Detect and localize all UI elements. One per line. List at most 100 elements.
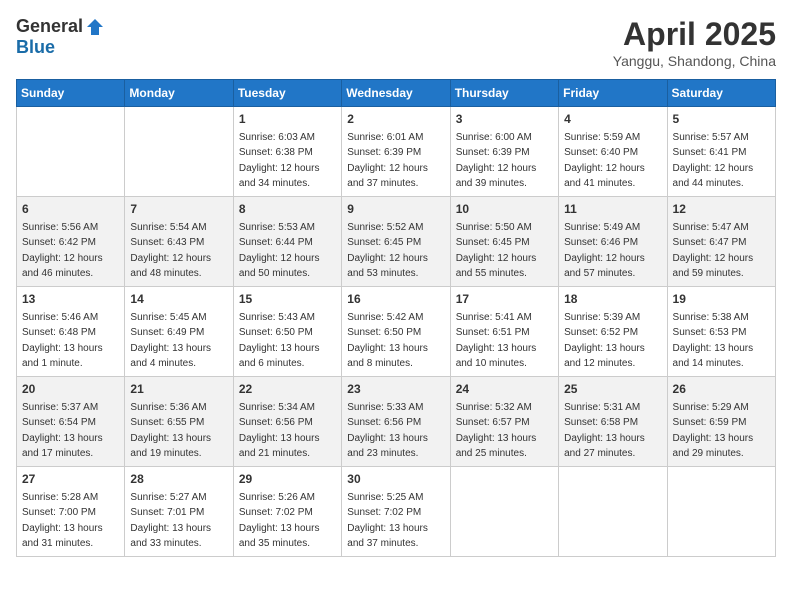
calendar-cell: 19Sunrise: 5:38 AM Sunset: 6:53 PM Dayli… xyxy=(667,287,775,377)
calendar-cell: 12Sunrise: 5:47 AM Sunset: 6:47 PM Dayli… xyxy=(667,197,775,287)
day-number: 30 xyxy=(347,471,444,488)
calendar-week-row: 6Sunrise: 5:56 AM Sunset: 6:42 PM Daylig… xyxy=(17,197,776,287)
day-number: 8 xyxy=(239,201,336,218)
calendar-cell: 26 Sunrise: 5:29 AM Sunset: 6:59 PM Dayli… xyxy=(667,377,775,467)
title-block: April 2025 Yanggu, Shandong, China xyxy=(613,16,776,69)
calendar-cell: 4 Sunrise: 5:59 AM Sunset: 6:40 PM Daylig… xyxy=(559,107,667,197)
day-number: 4 xyxy=(564,111,661,128)
day-number: 11 xyxy=(564,201,661,218)
day-info: Sunrise: 6:00 AM Sunset: 6:39 PM Dayligh… xyxy=(456,132,537,190)
day-number: 27 xyxy=(22,471,119,488)
day-info: Sunrise: 5:47 AM Sunset: 6:47 PM Dayligh… xyxy=(673,222,754,280)
calendar-cell xyxy=(125,107,233,197)
calendar-cell: 8 Sunrise: 5:53 AM Sunset: 6:44 PM Daylig… xyxy=(233,197,341,287)
calendar-cell xyxy=(17,107,125,197)
day-info: Sunrise: 5:59 AM Sunset: 6:40 PM Dayligh… xyxy=(564,132,645,190)
day-info: Sunrise: 5:56 AM Sunset: 6:42 PM Dayligh… xyxy=(22,222,103,280)
day-number: 15 xyxy=(239,291,336,308)
day-info: Sunrise: 5:32 AM Sunset: 6:57 PM Dayligh… xyxy=(456,402,537,460)
weekday-header-saturday: Saturday xyxy=(667,80,775,107)
weekday-header-monday: Monday xyxy=(125,80,233,107)
day-number: 24 xyxy=(456,381,553,398)
day-number: 5 xyxy=(673,111,770,128)
day-info: Sunrise: 5:49 AM Sunset: 6:46 PM Dayligh… xyxy=(564,222,645,280)
day-info: Sunrise: 5:50 AM Sunset: 6:45 PM Dayligh… xyxy=(456,222,537,280)
logo-icon xyxy=(85,17,105,37)
calendar-cell: 28 Sunrise: 5:27 AM Sunset: 7:01 PM Dayli… xyxy=(125,467,233,557)
calendar-cell: 16Sunrise: 5:42 AM Sunset: 6:50 PM Dayli… xyxy=(342,287,450,377)
calendar-cell: 14Sunrise: 5:45 AM Sunset: 6:49 PM Dayli… xyxy=(125,287,233,377)
calendar-cell: 24 Sunrise: 5:32 AM Sunset: 6:57 PM Dayli… xyxy=(450,377,558,467)
calendar-cell: 10Sunrise: 5:50 AM Sunset: 6:45 PM Dayli… xyxy=(450,197,558,287)
calendar-cell: 29Sunrise: 5:26 AM Sunset: 7:02 PM Dayli… xyxy=(233,467,341,557)
day-info: Sunrise: 5:26 AM Sunset: 7:02 PM Dayligh… xyxy=(239,492,320,550)
day-number: 26 xyxy=(673,381,770,398)
calendar-table: SundayMondayTuesdayWednesdayThursdayFrid… xyxy=(16,79,776,557)
day-number: 13 xyxy=(22,291,119,308)
calendar-cell: 7 Sunrise: 5:54 AM Sunset: 6:43 PM Daylig… xyxy=(125,197,233,287)
day-number: 9 xyxy=(347,201,444,218)
calendar-cell: 21 Sunrise: 5:36 AM Sunset: 6:55 PM Dayli… xyxy=(125,377,233,467)
calendar-cell: 18 Sunrise: 5:39 AM Sunset: 6:52 PM Dayli… xyxy=(559,287,667,377)
calendar-cell xyxy=(667,467,775,557)
day-info: Sunrise: 5:29 AM Sunset: 6:59 PM Dayligh… xyxy=(673,402,754,460)
weekday-header-row: SundayMondayTuesdayWednesdayThursdayFrid… xyxy=(17,80,776,107)
day-info: Sunrise: 5:25 AM Sunset: 7:02 PM Dayligh… xyxy=(347,492,428,550)
day-info: Sunrise: 5:52 AM Sunset: 6:45 PM Dayligh… xyxy=(347,222,428,280)
page-header: General Blue April 2025 Yanggu, Shandong… xyxy=(16,16,776,69)
day-number: 25 xyxy=(564,381,661,398)
location-title: Yanggu, Shandong, China xyxy=(613,53,776,69)
calendar-week-row: 27 Sunrise: 5:28 AM Sunset: 7:00 PM Dayli… xyxy=(17,467,776,557)
logo-blue-text: Blue xyxy=(16,37,55,58)
weekday-header-tuesday: Tuesday xyxy=(233,80,341,107)
calendar-week-row: 20 Sunrise: 5:37 AM Sunset: 6:54 PM Dayli… xyxy=(17,377,776,467)
day-info: Sunrise: 5:42 AM Sunset: 6:50 PM Dayligh… xyxy=(347,312,428,370)
day-number: 2 xyxy=(347,111,444,128)
calendar-cell: 11 Sunrise: 5:49 AM Sunset: 6:46 PM Dayli… xyxy=(559,197,667,287)
day-number: 7 xyxy=(130,201,227,218)
day-info: Sunrise: 5:37 AM Sunset: 6:54 PM Dayligh… xyxy=(22,402,103,460)
month-title: April 2025 xyxy=(613,16,776,53)
calendar-cell: 15Sunrise: 5:43 AM Sunset: 6:50 PM Dayli… xyxy=(233,287,341,377)
calendar-cell xyxy=(559,467,667,557)
calendar-week-row: 13 Sunrise: 5:46 AM Sunset: 6:48 PM Dayli… xyxy=(17,287,776,377)
day-info: Sunrise: 5:28 AM Sunset: 7:00 PM Dayligh… xyxy=(22,492,103,550)
day-info: Sunrise: 5:36 AM Sunset: 6:55 PM Dayligh… xyxy=(130,402,211,460)
calendar-cell: 5 Sunrise: 5:57 AM Sunset: 6:41 PM Daylig… xyxy=(667,107,775,197)
calendar-week-row: 1Sunrise: 6:03 AM Sunset: 6:38 PM Daylig… xyxy=(17,107,776,197)
day-number: 20 xyxy=(22,381,119,398)
calendar-cell: 3 Sunrise: 6:00 AM Sunset: 6:39 PM Daylig… xyxy=(450,107,558,197)
calendar-cell xyxy=(450,467,558,557)
calendar-cell: 17Sunrise: 5:41 AM Sunset: 6:51 PM Dayli… xyxy=(450,287,558,377)
day-number: 3 xyxy=(456,111,553,128)
day-number: 17 xyxy=(456,291,553,308)
day-info: Sunrise: 6:01 AM Sunset: 6:39 PM Dayligh… xyxy=(347,132,428,190)
day-number: 22 xyxy=(239,381,336,398)
calendar-cell: 2 Sunrise: 6:01 AM Sunset: 6:39 PM Daylig… xyxy=(342,107,450,197)
day-number: 23 xyxy=(347,381,444,398)
calendar-cell: 1Sunrise: 6:03 AM Sunset: 6:38 PM Daylig… xyxy=(233,107,341,197)
day-info: Sunrise: 6:03 AM Sunset: 6:38 PM Dayligh… xyxy=(239,132,320,190)
calendar-cell: 23 Sunrise: 5:33 AM Sunset: 6:56 PM Dayli… xyxy=(342,377,450,467)
day-number: 18 xyxy=(564,291,661,308)
weekday-header-friday: Friday xyxy=(559,80,667,107)
day-info: Sunrise: 5:46 AM Sunset: 6:48 PM Dayligh… xyxy=(22,312,103,370)
day-info: Sunrise: 5:54 AM Sunset: 6:43 PM Dayligh… xyxy=(130,222,211,280)
calendar-cell: 22 Sunrise: 5:34 AM Sunset: 6:56 PM Dayli… xyxy=(233,377,341,467)
day-info: Sunrise: 5:27 AM Sunset: 7:01 PM Dayligh… xyxy=(130,492,211,550)
day-number: 19 xyxy=(673,291,770,308)
weekday-header-thursday: Thursday xyxy=(450,80,558,107)
calendar-cell: 20 Sunrise: 5:37 AM Sunset: 6:54 PM Dayli… xyxy=(17,377,125,467)
day-info: Sunrise: 5:33 AM Sunset: 6:56 PM Dayligh… xyxy=(347,402,428,460)
day-info: Sunrise: 5:39 AM Sunset: 6:52 PM Dayligh… xyxy=(564,312,645,370)
day-info: Sunrise: 5:31 AM Sunset: 6:58 PM Dayligh… xyxy=(564,402,645,460)
calendar-cell: 27 Sunrise: 5:28 AM Sunset: 7:00 PM Dayli… xyxy=(17,467,125,557)
calendar-cell: 9 Sunrise: 5:52 AM Sunset: 6:45 PM Daylig… xyxy=(342,197,450,287)
day-info: Sunrise: 5:57 AM Sunset: 6:41 PM Dayligh… xyxy=(673,132,754,190)
day-info: Sunrise: 5:53 AM Sunset: 6:44 PM Dayligh… xyxy=(239,222,320,280)
day-info: Sunrise: 5:34 AM Sunset: 6:56 PM Dayligh… xyxy=(239,402,320,460)
weekday-header-wednesday: Wednesday xyxy=(342,80,450,107)
day-info: Sunrise: 5:45 AM Sunset: 6:49 PM Dayligh… xyxy=(130,312,211,370)
day-number: 28 xyxy=(130,471,227,488)
day-number: 21 xyxy=(130,381,227,398)
